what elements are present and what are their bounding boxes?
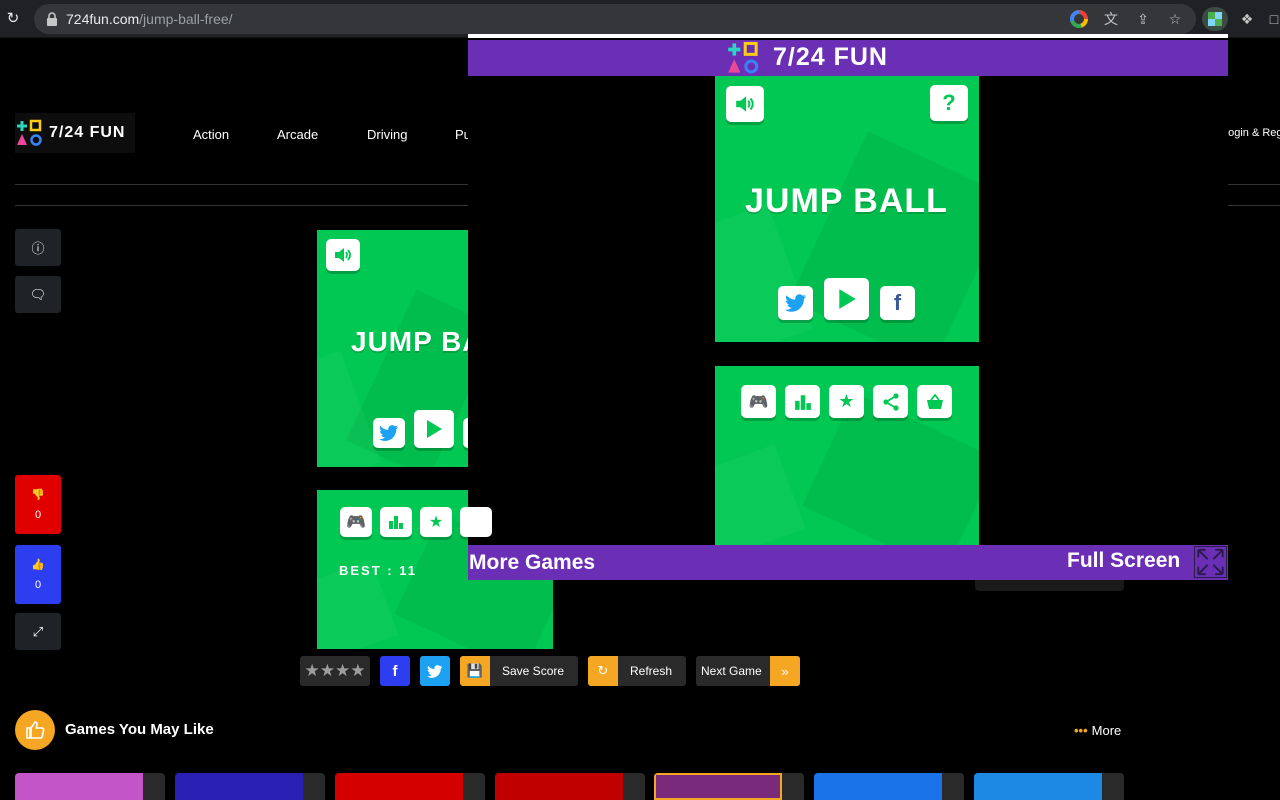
popup-logo-text: 7/24 FUN	[773, 43, 888, 71]
share-icon[interactable]: ⇪	[1134, 10, 1152, 28]
game-thumbnail[interactable]	[654, 773, 804, 800]
game-thumbnail[interactable]	[15, 773, 165, 800]
gamepad-icon[interactable]: 🎮	[741, 385, 776, 418]
share-game-icon[interactable]	[460, 507, 492, 537]
rating-stars[interactable]: ★★★★	[300, 656, 370, 686]
like-count: 0	[34, 579, 42, 591]
comment-icon: 🗨	[29, 286, 47, 302]
star-icon[interactable]: ★	[829, 385, 864, 418]
side-panel-icon[interactable]: □	[1268, 10, 1280, 28]
game-thumbnail[interactable]	[335, 773, 485, 800]
game-title: JUMP BA	[351, 326, 468, 357]
thumbs-down-icon: 👎	[31, 489, 45, 501]
facebook-icon[interactable]: f	[880, 286, 915, 320]
translate-icon[interactable]: 文	[1102, 10, 1120, 28]
more-games-button[interactable]: More Games	[469, 551, 595, 575]
game-thumbnail[interactable]	[495, 773, 645, 800]
more-games-link[interactable]: ••• More	[1074, 723, 1121, 738]
thumbs-up-badge-icon	[15, 710, 55, 750]
facebook-icon[interactable]	[463, 418, 468, 448]
google-icon[interactable]	[1070, 10, 1088, 28]
save-icon: 💾	[460, 656, 490, 686]
dislike-button[interactable]: 👎 0	[15, 475, 61, 534]
sound-icon[interactable]	[326, 239, 360, 271]
expand-icon: ⤢	[32, 623, 44, 639]
chevron-right-icon: »	[770, 656, 800, 686]
game-thumbnail[interactable]	[974, 773, 1124, 800]
twitter-share-button[interactable]	[420, 656, 450, 686]
popup-logo-shapes-icon	[728, 41, 759, 74]
hidden-panel-edge	[975, 580, 1124, 591]
fullscreen-toggle-button[interactable]: ⤢	[15, 613, 61, 650]
facebook-icon: f	[392, 662, 398, 680]
dislike-count: 0	[34, 509, 42, 521]
logo-shapes-icon	[17, 119, 42, 146]
gamepad-icon[interactable]: 🎮	[340, 507, 372, 537]
sound-icon[interactable]	[726, 86, 764, 122]
extensions-puzzle-icon[interactable]: ❖	[1238, 10, 1256, 28]
fullscreen-arrows-icon[interactable]	[1194, 546, 1227, 578]
lock-icon	[47, 12, 57, 26]
leaderboard-icon[interactable]	[785, 385, 820, 418]
game-title-screen[interactable]: JUMP BA	[317, 230, 468, 467]
browser-toolbar: ↻ 724fun.com/jump-ball-free/ 文 ⇪ ☆ ❖ □	[0, 0, 1280, 38]
thumbs-up-icon: 👍	[31, 559, 45, 571]
reload-icon[interactable]: ↻	[4, 10, 22, 28]
best-score: BEST : 11	[339, 563, 417, 578]
leaderboard-icon[interactable]	[380, 507, 412, 537]
twitter-icon[interactable]	[778, 286, 813, 320]
help-icon[interactable]: ?	[930, 85, 968, 121]
info-icon: ⓘ	[31, 241, 45, 256]
like-button[interactable]: 👍 0	[15, 545, 61, 604]
share-game-icon[interactable]	[873, 385, 908, 418]
refresh-button[interactable]: ↻ Refresh	[588, 656, 686, 686]
play-icon[interactable]	[414, 410, 454, 448]
twitter-bird-icon	[427, 664, 443, 678]
url-text[interactable]: 724fun.com/jump-ball-free/	[66, 11, 233, 27]
next-game-button[interactable]: Next Game »	[696, 656, 800, 686]
popup-game-title: JUMP BALL	[745, 182, 948, 220]
shop-basket-icon[interactable]	[917, 385, 952, 418]
nav-arcade[interactable]: Arcade	[277, 127, 318, 142]
section-title: Games You May Like	[65, 721, 214, 738]
full-screen-button[interactable]: Full Screen	[1067, 549, 1180, 573]
info-button[interactable]: ⓘ	[15, 229, 61, 266]
facebook-share-button[interactable]: f	[380, 656, 410, 686]
logo-text: 7/24 FUN	[49, 124, 126, 141]
play-icon[interactable]	[824, 278, 869, 320]
save-score-button[interactable]: 💾 Save Score	[460, 656, 578, 686]
extension-active-icon[interactable]	[1202, 7, 1228, 31]
login-register-link[interactable]: Login & Reg	[1222, 127, 1280, 139]
star-icon[interactable]: ★	[420, 507, 452, 537]
popup-game-title-screen[interactable]: ? JUMP BALL f	[715, 76, 979, 342]
game-thumbnail[interactable]	[175, 773, 325, 800]
nav-driving[interactable]: Driving	[367, 127, 407, 142]
more-dots-icon: •••	[1074, 723, 1088, 738]
refresh-icon: ↻	[588, 656, 618, 686]
popup-game-menu-screen[interactable]: 🎮 ★	[715, 366, 979, 545]
twitter-icon[interactable]	[373, 418, 405, 448]
comments-button[interactable]: 🗨	[15, 276, 61, 313]
bookmark-star-icon[interactable]: ☆	[1166, 10, 1184, 28]
nav-action[interactable]: Action	[193, 127, 229, 142]
game-thumbnail[interactable]	[814, 773, 964, 800]
star-rating-icon[interactable]: ★★★★	[305, 661, 366, 681]
